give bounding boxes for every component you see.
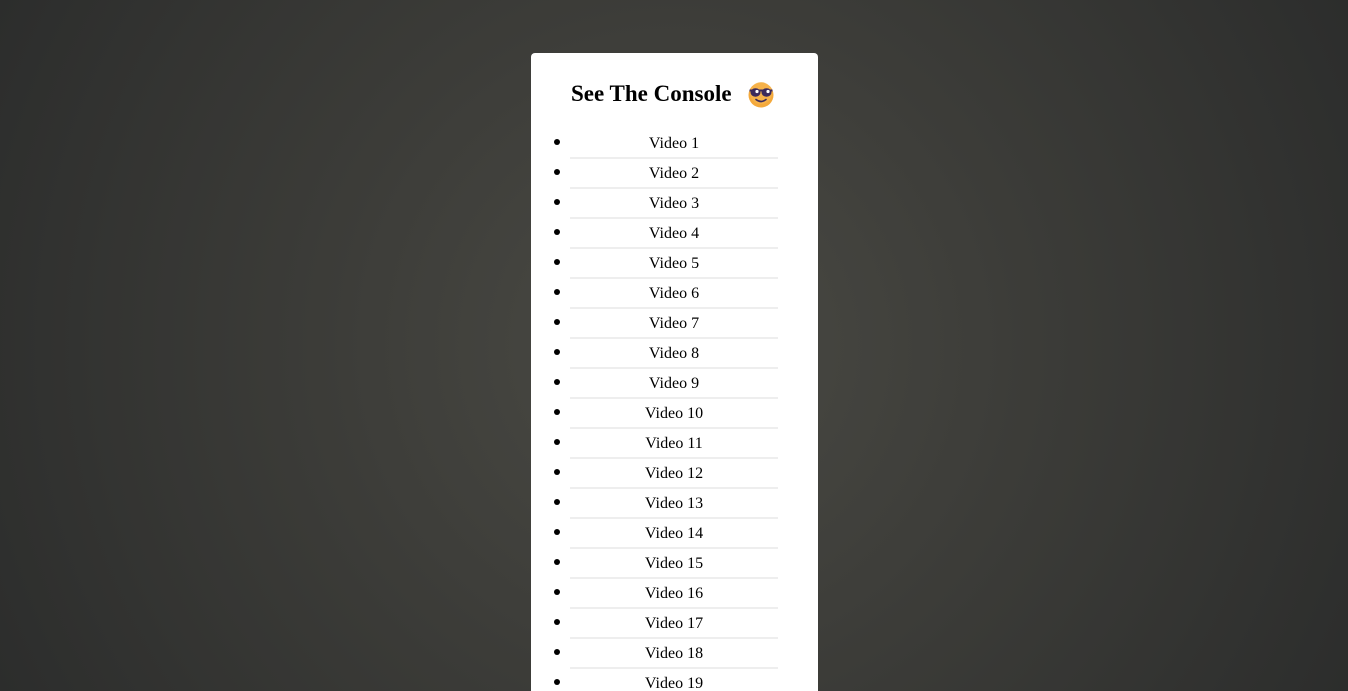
bullet-icon (554, 259, 560, 265)
bullet-icon (554, 559, 560, 565)
list-item-box[interactable]: Video 5 (570, 249, 778, 279)
list-item[interactable]: Video 11 (531, 429, 818, 459)
bullet-icon (554, 139, 560, 145)
list-item-box[interactable]: Video 4 (570, 219, 778, 249)
list-item-box[interactable]: Video 9 (570, 369, 778, 399)
list-item[interactable]: Video 12 (531, 459, 818, 489)
list-item-label: Video 13 (644, 495, 704, 512)
list-item[interactable]: Video 3 (531, 189, 818, 219)
list-item[interactable]: Video 18 (531, 639, 818, 669)
list-item[interactable]: Video 2 (531, 159, 818, 189)
bullet-icon (554, 199, 560, 205)
bullet-icon (554, 169, 560, 175)
list-item-label: Video 7 (648, 315, 700, 332)
list-item[interactable]: Video 8 (531, 339, 818, 369)
list-item-label: Video 15 (644, 555, 704, 572)
list-item[interactable]: Video 14 (531, 519, 818, 549)
list-item-box[interactable]: Video 13 (570, 489, 778, 519)
list-item-box[interactable]: Video 8 (570, 339, 778, 369)
list-item[interactable]: Video 17 (531, 609, 818, 639)
bullet-icon (554, 379, 560, 385)
list-item-label: Video 10 (644, 405, 704, 422)
list-item[interactable]: Video 16 (531, 579, 818, 609)
list-item-label: Video 14 (644, 525, 704, 542)
list-item-label: Video 17 (644, 615, 704, 632)
list-item-box[interactable]: Video 10 (570, 399, 778, 429)
list-item[interactable]: Video 7 (531, 309, 818, 339)
list-item[interactable]: Video 6 (531, 279, 818, 309)
list-item-label: Video 16 (644, 585, 704, 602)
list-item-box[interactable]: Video 7 (570, 309, 778, 339)
list-item[interactable]: Video 4 (531, 219, 818, 249)
list-item-label: Video 11 (645, 435, 703, 452)
list-item-box[interactable]: Video 6 (570, 279, 778, 309)
list-item-box[interactable]: Video 1 (570, 129, 778, 159)
bullet-icon (554, 319, 560, 325)
video-list-card: See The Console Video 1 Video 2 Video 3 Vid… (531, 53, 818, 691)
list-item[interactable]: Video 5 (531, 249, 818, 279)
list-item-label: Video 19 (644, 675, 704, 691)
list-item-box[interactable]: Video 16 (570, 579, 778, 609)
bullet-icon (554, 649, 560, 655)
bullet-icon (554, 439, 560, 445)
list-item-box[interactable]: Video 11 (570, 429, 778, 459)
video-list: Video 1 Video 2 Video 3 Video 4 Video 5 Video… (531, 129, 818, 691)
bullet-icon (554, 619, 560, 625)
list-item-box[interactable]: Video 14 (570, 519, 778, 549)
bullet-icon (554, 499, 560, 505)
list-item-label: Video 5 (648, 255, 700, 272)
list-item-label: Video 6 (648, 285, 700, 302)
list-item-box[interactable]: Video 15 (570, 549, 778, 579)
list-item-label: Video 2 (648, 165, 700, 182)
list-item-label: Video 8 (648, 345, 700, 362)
list-item-box[interactable]: Video 17 (570, 609, 778, 639)
bullet-icon (554, 469, 560, 475)
list-item[interactable]: Video 1 (531, 129, 818, 159)
bullet-icon (554, 409, 560, 415)
list-item-label: Video 4 (648, 225, 700, 242)
bullet-icon (554, 529, 560, 535)
bullet-icon (554, 289, 560, 295)
list-item-box[interactable]: Video 19 (570, 669, 778, 691)
list-item-label: Video 18 (644, 645, 704, 662)
bullet-icon (554, 349, 560, 355)
list-item[interactable]: Video 19 (531, 669, 818, 691)
list-item-label: Video 3 (648, 195, 700, 212)
list-item-box[interactable]: Video 12 (570, 459, 778, 489)
list-item-box[interactable]: Video 2 (570, 159, 778, 189)
list-item-box[interactable]: Video 3 (570, 189, 778, 219)
page-title: See The Console (571, 81, 732, 106)
list-item-label: Video 1 (648, 135, 700, 152)
list-item[interactable]: Video 9 (531, 369, 818, 399)
list-item-box[interactable]: Video 18 (570, 639, 778, 669)
sunglasses-face-icon (747, 81, 775, 109)
list-item[interactable]: Video 13 (531, 489, 818, 519)
list-item[interactable]: Video 15 (531, 549, 818, 579)
bullet-icon (554, 589, 560, 595)
list-item-label: Video 9 (648, 375, 700, 392)
list-item[interactable]: Video 10 (531, 399, 818, 429)
list-item-label: Video 12 (644, 465, 704, 482)
bullet-icon (554, 679, 560, 685)
bullet-icon (554, 229, 560, 235)
